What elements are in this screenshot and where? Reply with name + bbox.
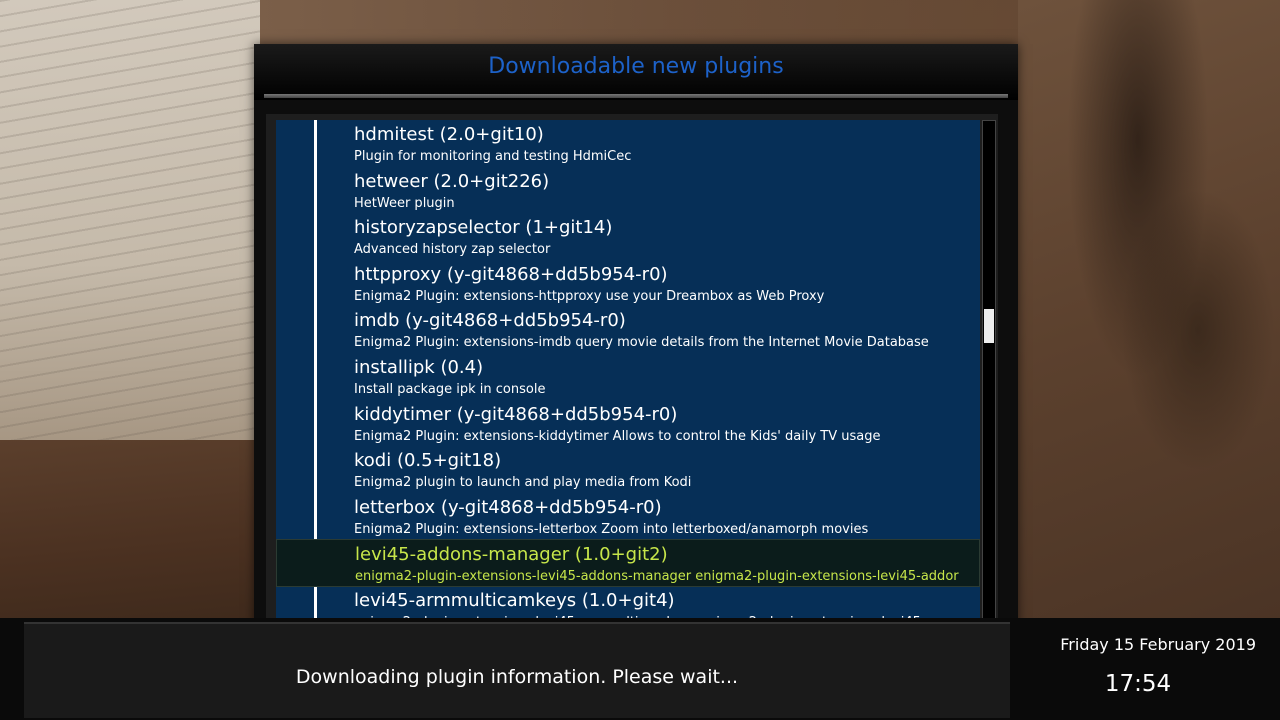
plugin-description: Install package ipk in console [354,382,546,397]
plugin-description: Enigma2 Plugin: extensions-httpproxy use… [354,288,825,304]
plugin-browser-dialog: Downloadable new plugins hdmitest (2.0+g… [254,44,1018,644]
plugin-row[interactable]: installipk (0.4) Install package ipk in c… [276,353,978,399]
plugin-name: httpproxy (y-git4868+dd5b954-r0) [354,263,668,285]
dialog-titlebar: Downloadable new plugins [254,44,1018,100]
plugin-row[interactable]: letterbox (y-git4868+dd5b954-r0) Enigma2 … [276,493,978,539]
status-message: Downloading plugin information. Please w… [295,666,739,688]
background-wood-left [0,440,260,620]
plugin-description: Enigma2 Plugin: extensions-letterbox Zoo… [354,521,869,537]
clock-panel: Friday 15 February 2019 17:54 [1018,622,1258,716]
plugin-name: kiddytimer (y-git4868+dd5b954-r0) [354,403,678,425]
plugin-name: letterbox (y-git4868+dd5b954-r0) [354,496,662,518]
time-display: 17:54 [1104,671,1172,697]
plugin-description: HetWeer plugin [354,195,455,211]
plugin-description: Enigma2 Plugin: extensions-kiddytimer Al… [354,428,881,444]
plugin-list-scrollbar[interactable] [982,120,996,634]
title-divider [264,94,1008,98]
plugin-description: enigma2-plugin-extensions-levi45-addons-… [355,569,959,585]
plugin-row[interactable]: kodi (0.5+git18) Enigma2 plugin to launch… [276,446,978,492]
plugin-description: Enigma2 Plugin: extensions-imdb query mo… [354,335,929,351]
plugin-description: Plugin for monitoring and testing HdmiCe… [354,149,632,164]
scrollbar-thumb[interactable] [984,309,994,343]
plugin-name: levi45-addons-manager (1.0+git2) [355,544,668,566]
status-panel: Downloading plugin information. Please w… [24,622,1010,718]
plugin-description: Enigma2 plugin to launch and play media … [354,475,692,491]
plugin-name: historyzapselector (1+git14) [354,217,613,239]
plugin-row[interactable]: kiddytimer (y-git4868+dd5b954-r0) Enigma2… [276,400,978,446]
plugin-name: levi45-armmulticamkeys (1.0+git4) [354,590,675,611]
plugin-row[interactable]: hdmitest (2.0+git10) Plugin for monitorin… [276,120,978,166]
plugin-row[interactable]: imdb (y-git4868+dd5b954-r0) Enigma2 Plugi… [276,306,978,352]
plugin-name: installipk (0.4) [354,357,484,378]
background-parchment [0,0,260,480]
plugin-name: kodi (0.5+git18) [354,450,502,472]
background-wood-right [1018,0,1280,620]
plugin-list[interactable]: hdmitest (2.0+git10) Plugin for monitorin… [276,120,980,634]
dialog-title: Downloadable new plugins [488,54,784,79]
plugin-row[interactable]: httpproxy (y-git4868+dd5b954-r0) Enigma2 … [276,260,978,306]
plugin-row[interactable]: hetweer (2.0+git226) HetWeer plugin [276,167,978,213]
plugin-description: Advanced history zap selector [354,242,551,258]
plugin-row[interactable]: historyzapselector (1+git14) Advanced his… [276,213,978,259]
plugin-name: hdmitest (2.0+git10) [354,124,544,145]
plugin-name: imdb (y-git4868+dd5b954-r0) [354,310,626,332]
date-display: Friday 15 February 2019 [1060,635,1256,654]
plugin-name: hetweer (2.0+git226) [354,170,550,192]
plugin-row-selected[interactable]: levi45-addons-manager (1.0+git2) enigma2-… [276,539,980,588]
